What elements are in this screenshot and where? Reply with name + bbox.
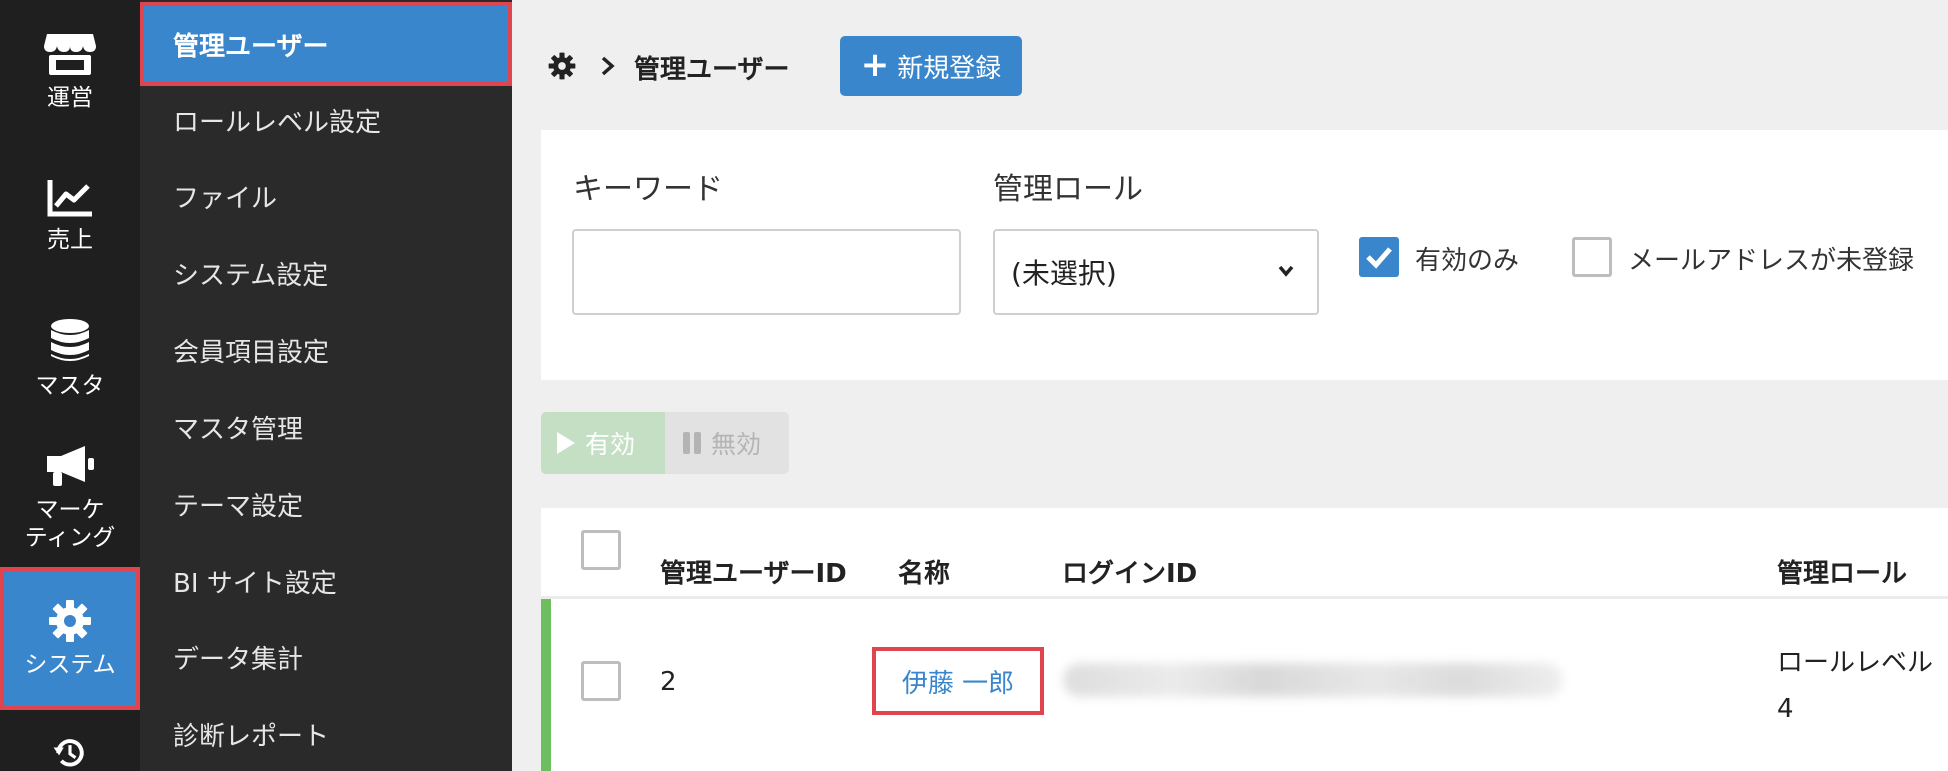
select-all-checkbox[interactable] [581,530,621,570]
row-name-link[interactable]: 伊藤 一郎 [872,647,1044,715]
rail-label-operations: 運営 [47,85,93,111]
submenu-item-role-level[interactable]: ロールレベル設定 [140,90,512,150]
row-admin-role: ロールレベル4 [1777,648,1934,724]
plus-icon: + [860,44,890,85]
store-icon [44,34,96,75]
header-divider [541,596,1948,599]
pause-icon [683,432,701,454]
submenu-item-diagnostic-report[interactable]: 診断レポート [140,704,512,764]
submenu-item-theme[interactable]: テーマ設定 [140,474,512,534]
submenu-item-files[interactable]: ファイル [140,166,512,226]
rail-label-sales: 売上 [47,227,93,253]
checkmark-icon [1366,247,1392,269]
header-login-id[interactable]: ログインID [1062,553,1197,590]
settings-gear-icon[interactable] [548,52,576,80]
rail-item-operations[interactable]: 運営 [0,30,140,130]
admin-users-table: 管理ユーザーID 名称 ログインID 管理ロール 2 伊藤 一郎 ロールレベル4 [541,508,1948,771]
app-root: 運営 売上 マスタ マーケ ティング システム 管理ユーザー ロールレベル設定 … [0,0,1948,771]
chevron-down-icon [1278,265,1294,277]
database-icon [51,319,89,361]
chart-line-icon [47,180,92,217]
play-icon [557,432,575,454]
rail-item-sales[interactable]: 売上 [0,178,140,268]
active-only-checkbox[interactable] [1359,237,1399,277]
header-admin-role[interactable]: 管理ロール [1777,553,1907,590]
rail-label-system: システム [24,652,116,678]
bulk-disable-label: 無効 [711,430,762,459]
rail-label-master: マスタ [35,373,105,399]
breadcrumb-title: 管理ユーザー [634,55,790,85]
gear-icon [49,600,91,642]
icon-rail: 運営 売上 マスタ マーケ ティング システム [0,0,140,771]
header-name[interactable]: 名称 [898,553,950,590]
submenu-item-bi-site[interactable]: BI サイト設定 [140,551,512,611]
row-checkbox[interactable] [581,661,621,701]
row-login-id-redacted [1063,663,1563,697]
rail-item-marketing[interactable]: マーケ ティング [0,444,140,562]
submenu-item-data-aggregation[interactable]: データ集計 [140,627,512,687]
chevron-right-icon [601,56,615,76]
role-select[interactable]: (未選択) [993,229,1319,315]
filter-panel: キーワード 管理ロール (未選択) 有効のみ メールアドレスが未登録 [541,130,1948,380]
new-registration-button[interactable]: + 新規登録 [840,36,1022,96]
new-registration-label: 新規登録 [897,53,1002,84]
submenu-item-master-management[interactable]: マスタ管理 [140,397,512,457]
role-label: 管理ロール [993,172,1143,207]
row-status-bar [541,599,551,771]
keyword-input[interactable] [572,229,961,315]
row-admin-user-id: 2 [660,667,677,697]
keyword-label: キーワード [573,172,723,207]
history-icon [53,739,84,767]
rail-item-system[interactable]: システム [0,567,140,710]
megaphone-icon [47,446,94,486]
system-submenu: 管理ユーザー ロールレベル設定 ファイル システム設定 会員項目設定 マスタ管理… [140,0,512,771]
submenu-item-admin-users[interactable]: 管理ユーザー [140,2,512,86]
rail-label-marketing: マーケ ティング [24,497,116,551]
rail-item-master[interactable]: マスタ [0,318,140,408]
header-admin-user-id[interactable]: 管理ユーザーID [660,553,847,590]
submenu-item-member-fields[interactable]: 会員項目設定 [140,320,512,380]
bulk-enable-button[interactable]: 有効 [541,412,665,474]
bulk-action-group: 有効 無効 [541,412,789,474]
no-email-label: メールアドレスが未登録 [1628,246,1915,276]
active-only-label: 有効のみ [1415,246,1520,276]
bulk-disable-button[interactable]: 無効 [667,412,789,474]
rail-item-history[interactable] [0,735,140,771]
bulk-enable-label: 有効 [585,430,636,459]
no-email-checkbox[interactable] [1572,237,1612,277]
submenu-item-system-settings[interactable]: システム設定 [140,243,512,303]
role-select-value: (未選択) [1011,257,1117,290]
